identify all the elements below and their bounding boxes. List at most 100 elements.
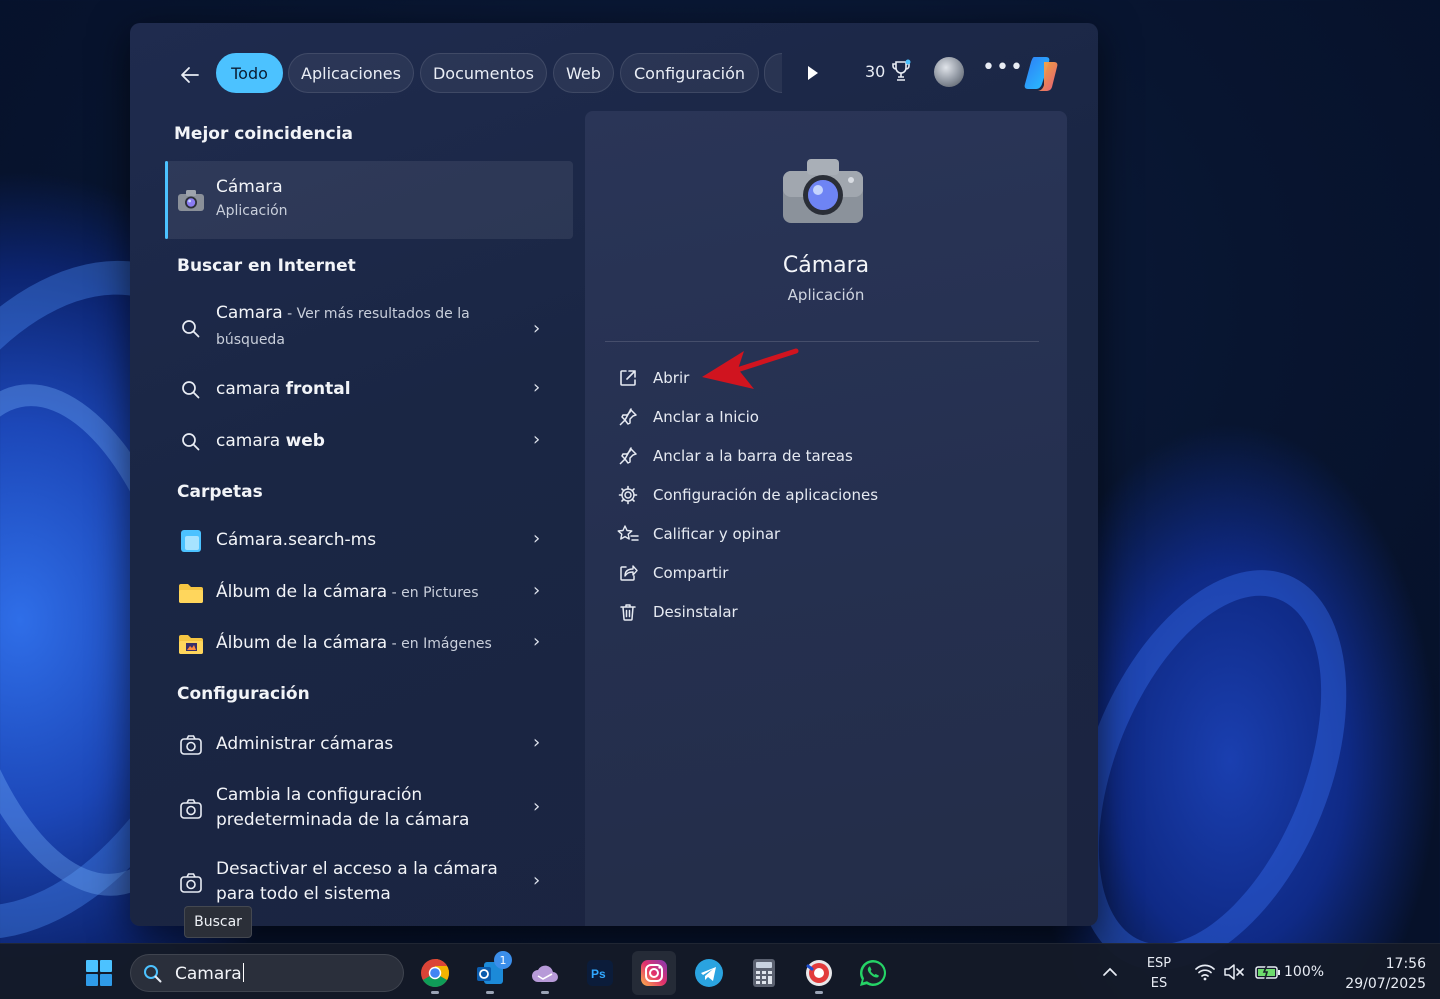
setting-label: Cambia la configuración (216, 785, 423, 805)
detail-title: Cámara (782, 253, 870, 278)
camera-outline-icon (177, 795, 205, 823)
tab-todo[interactable]: Todo (216, 53, 283, 93)
chevron-right-icon: › (533, 580, 541, 601)
taskbar-search-input[interactable]: Camara (130, 954, 404, 992)
tab-documentos[interactable]: Documentos (420, 53, 547, 93)
chevron-right-icon: › (533, 870, 541, 891)
camera-app-icon (177, 186, 205, 214)
search-panel: Todo Aplicaciones Documentos Web Configu… (130, 23, 1098, 926)
best-match-title: Cámara (216, 177, 283, 197)
list-item-web-search[interactable]: camara frontal › (165, 375, 573, 405)
whatsapp-app-button[interactable] (851, 951, 895, 995)
setting-label: Desactivar el acceso a la cámara (216, 859, 498, 879)
list-item-setting[interactable]: Cambia la configuración predeterminada d… (165, 782, 573, 836)
tab-configuracion[interactable]: Configuración (620, 53, 759, 93)
chevron-right-icon: › (533, 429, 541, 450)
action-uninstall[interactable]: Desinstalar (615, 598, 975, 626)
running-indicator (815, 991, 823, 994)
search-ms-file-icon (177, 527, 205, 555)
screen-recorder-app-button[interactable] (797, 951, 841, 995)
telegram-app-button[interactable] (687, 951, 731, 995)
svg-text:Ps: Ps (591, 967, 606, 981)
section-title-internet: Buscar en Internet (177, 256, 356, 276)
copilot-icon[interactable] (1022, 54, 1062, 92)
photoshop-app-button[interactable]: Ps (578, 951, 622, 995)
web-query-text: Camara (216, 303, 283, 323)
web-query-text: camara (216, 431, 286, 451)
photoshop-icon: Ps (587, 960, 613, 986)
selection-indicator (165, 161, 168, 239)
action-label: Anclar a Inicio (653, 408, 759, 426)
search-icon (143, 964, 163, 984)
tab-aplicaciones[interactable]: Aplicaciones (288, 53, 414, 93)
taskbar: Camara 1 Ps ESP ES 100% 17:56 29/07/2025 (0, 943, 1440, 999)
web-query-suffix-2: búsqueda (216, 332, 285, 348)
action-label: Abrir (653, 369, 690, 387)
screen-recorder-icon (806, 960, 832, 986)
list-item-folder[interactable]: Cámara.search-ms › (165, 526, 573, 556)
trophy-icon[interactable] (890, 59, 912, 83)
folder-name: Álbum de la cámara (216, 633, 388, 653)
chevron-right-icon: › (533, 377, 541, 398)
avatar[interactable] (934, 57, 964, 87)
share-icon (615, 562, 641, 584)
pin-icon (615, 406, 641, 428)
instagram-app-button[interactable] (632, 951, 676, 995)
outlook-app-button[interactable]: 1 (468, 951, 512, 995)
rewards-points[interactable]: 30 (865, 62, 885, 81)
language-code: ESP (1146, 956, 1172, 971)
web-query-bold: frontal (285, 379, 351, 399)
web-query-text: camara (216, 379, 286, 399)
folder-name: Cámara.search-ms (216, 530, 377, 550)
action-pin-start[interactable]: Anclar a Inicio (615, 403, 975, 431)
chevron-right-icon: › (533, 318, 541, 339)
calculator-app-button[interactable] (742, 951, 786, 995)
list-item-folder[interactable]: Álbum de la cámara - en Pictures › (165, 578, 573, 608)
list-item-setting[interactable]: Administrar cámaras › (165, 730, 573, 760)
action-share[interactable]: Compartir (615, 559, 975, 587)
running-indicator (486, 991, 494, 994)
search-icon (177, 376, 205, 404)
battery-charging-icon[interactable] (1254, 944, 1282, 999)
list-item-web-search[interactable]: Camara - Ver más resultados de la búsque… (165, 301, 573, 359)
more-options-icon[interactable]: ••• (982, 55, 1024, 80)
volume-muted-icon[interactable] (1222, 944, 1246, 999)
list-item-folder[interactable]: Álbum de la cámara - en Imágenes › (165, 629, 573, 659)
search-icon (177, 428, 205, 456)
cloud-app-button[interactable] (523, 951, 567, 995)
list-item-web-search[interactable]: camara web › (165, 427, 573, 457)
list-item-setting[interactable]: Desactivar el acceso a la cámara para to… (165, 856, 573, 910)
divider (605, 341, 1039, 342)
action-app-settings[interactable]: Configuración de aplicaciones (615, 481, 975, 509)
folder-icon (177, 579, 205, 607)
tab-overflow[interactable] (764, 53, 782, 93)
back-arrow-icon[interactable] (172, 57, 208, 93)
action-pin-taskbar[interactable]: Anclar a la barra de tareas (615, 442, 975, 470)
input-language-indicator[interactable]: ESP ES (1142, 954, 1176, 994)
chevron-right-icon: › (533, 631, 541, 652)
wifi-icon[interactable] (1193, 944, 1217, 999)
camera-outline-icon (177, 869, 205, 897)
tab-web[interactable]: Web (553, 53, 614, 93)
cloud-icon (532, 965, 558, 982)
search-value: Camara (175, 964, 242, 984)
pictures-folder-icon (177, 630, 205, 658)
section-title-settings: Configuración (177, 684, 310, 704)
best-match-subtitle: Aplicación (216, 203, 288, 219)
telegram-icon (695, 959, 723, 987)
play-arrow-icon[interactable] (800, 61, 824, 85)
chevron-up-icon[interactable] (1098, 944, 1122, 999)
search-filter-bar: Todo Aplicaciones Documentos Web Configu… (130, 51, 1098, 95)
chevron-right-icon: › (533, 528, 541, 549)
best-match-result[interactable]: Cámara Aplicación (165, 161, 573, 239)
chevron-right-icon: › (533, 796, 541, 817)
chrome-app-button[interactable] (413, 951, 457, 995)
chevron-right-icon: › (533, 732, 541, 753)
whatsapp-icon (860, 960, 887, 986)
camera-outline-icon (177, 731, 205, 759)
search-tooltip: Buscar (184, 906, 252, 938)
clock[interactable]: 17:56 29/07/2025 (1336, 954, 1426, 994)
action-rate-review[interactable]: Calificar y opinar (615, 520, 975, 548)
folder-location: - en Imágenes (387, 636, 492, 652)
windows-start-icon[interactable] (85, 959, 113, 987)
